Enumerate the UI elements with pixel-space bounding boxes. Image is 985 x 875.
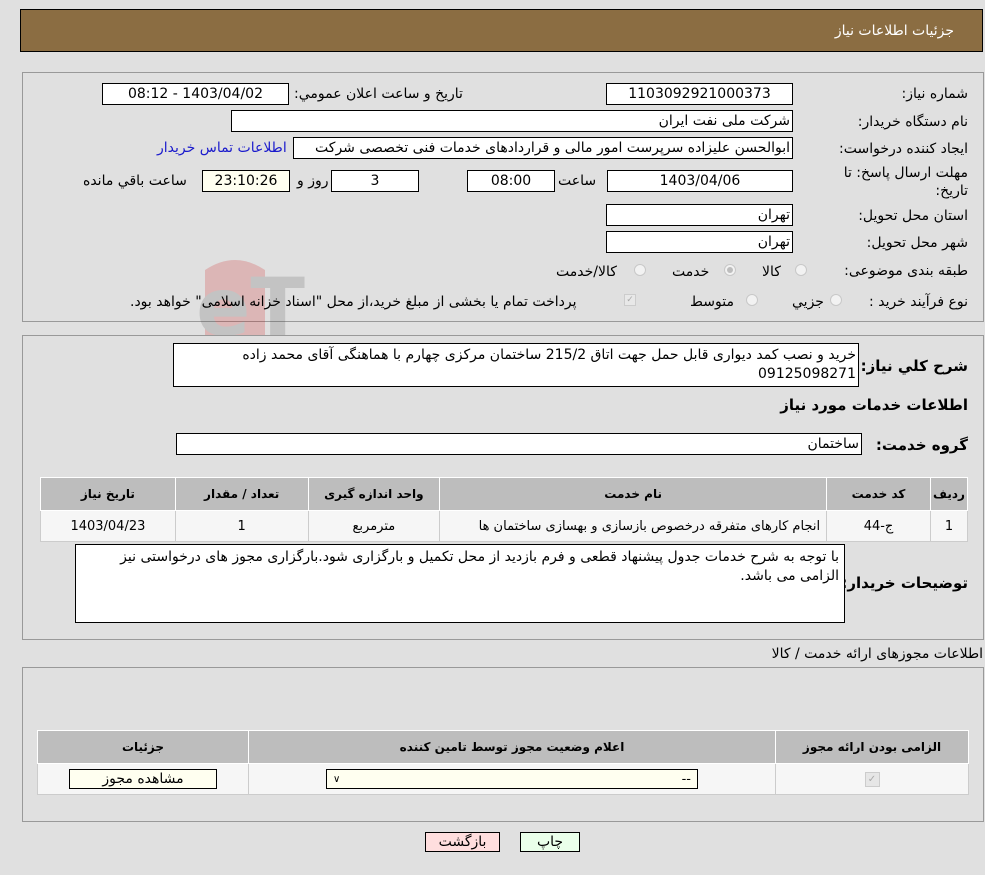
category-option-service: خدمت xyxy=(672,264,710,280)
process-radio-minor[interactable] xyxy=(830,294,842,306)
table-row: ✓ -- ∨ مشاهده مجوز xyxy=(37,763,969,795)
cell-permit-status: -- ∨ xyxy=(248,763,776,795)
process-radio-medium[interactable] xyxy=(746,294,758,306)
treasury-checkbox[interactable]: ✓ xyxy=(624,294,636,306)
col-name: نام خدمت xyxy=(439,477,828,511)
col-date: تاریخ نیاز xyxy=(40,477,176,511)
deadline-date-field: 1403/04/06 xyxy=(607,170,793,192)
description-textarea[interactable]: خرید و نصب کمد دیواری قابل حمل جهت اتاق … xyxy=(173,343,859,387)
permits-table-header: الزامی بودن ارائه مجوز اعلام وضعیت مجوز … xyxy=(37,730,969,764)
process-option-medium: متوسط xyxy=(690,294,734,310)
col-code: کد خدمت xyxy=(826,477,931,511)
permit-required-checkbox[interactable]: ✓ xyxy=(864,772,880,787)
col-permit-required: الزامی بودن ارائه مجوز xyxy=(775,730,969,764)
col-row: ردیف xyxy=(929,477,969,511)
announce-date-label: تاریخ و ساعت اعلان عمومي: xyxy=(294,86,463,102)
creator-field: ابوالحسن علیزاده سرپرست امور مالی و قرار… xyxy=(293,137,793,159)
col-permit-details: جزئیات xyxy=(37,730,249,764)
days-remaining-field: 3 xyxy=(331,170,419,192)
buyer-notes-textarea[interactable]: با توجه به شرح خدمات جدول پیشنهاد قطعی و… xyxy=(75,544,845,623)
chevron-down-icon: ∨ xyxy=(333,773,341,785)
buyer-contact-link[interactable]: اطلاعات تماس خریدار xyxy=(157,140,287,156)
cell-unit: مترمربع xyxy=(307,510,441,542)
cell-name: انجام کارهای متفرقه درخصوص بازسازی و بهس… xyxy=(439,510,828,542)
permits-section-title: اطلاعات مجوزهای ارائه خدمت / کالا xyxy=(771,646,983,662)
treasury-note: پرداخت تمام یا بخشی از مبلغ خرید،از محل … xyxy=(130,294,577,310)
buyer-org-label: نام دستگاه خریدار: xyxy=(857,114,968,130)
days-label: روز و xyxy=(297,173,329,189)
permit-status-value: -- xyxy=(681,771,691,787)
deadline-time-label: ساعت xyxy=(558,173,597,189)
category-radio-goods-service[interactable] xyxy=(634,264,646,276)
services-table: ردیف کد خدمت نام خدمت واحد اندازه گیری ت… xyxy=(40,477,969,542)
time-remaining-label: ساعت باقي مانده xyxy=(83,173,187,189)
table-row: 1 ج-44 انجام کارهای متفرقه درخصوص بازساز… xyxy=(40,510,969,542)
process-label: نوع فرآیند خرید : xyxy=(869,294,968,310)
back-button[interactable]: بازگشت xyxy=(425,832,500,852)
province-label: استان محل تحویل: xyxy=(858,208,968,224)
category-option-goods-service: کالا/خدمت xyxy=(556,264,617,280)
cell-code: ج-44 xyxy=(826,510,931,542)
services-table-header: ردیف کد خدمت نام خدمت واحد اندازه گیری ت… xyxy=(40,477,969,511)
cell-qty: 1 xyxy=(174,510,309,542)
category-option-goods: کالا xyxy=(762,264,781,280)
permit-status-select[interactable]: -- ∨ xyxy=(326,769,698,789)
col-qty: تعداد / مقدار xyxy=(174,477,309,511)
page-header: جزئیات اطلاعات نیاز xyxy=(20,9,983,52)
need-number-label: شماره نیاز: xyxy=(901,86,969,102)
services-section-title: اطلاعات خدمات مورد نیاز xyxy=(780,396,968,414)
service-group-label: گروه خدمت: xyxy=(875,436,968,454)
buyer-notes-label: توضیحات خریدار: xyxy=(841,574,968,592)
cell-permit-details: مشاهده مجوز xyxy=(37,763,249,795)
print-button[interactable]: چاپ xyxy=(520,832,580,852)
city-label: شهر محل تحویل: xyxy=(866,235,968,251)
cell-permit-required: ✓ xyxy=(775,763,969,795)
service-group-field: ساختمان xyxy=(176,433,862,455)
creator-label: ایجاد کننده درخواست: xyxy=(839,141,968,157)
city-field: تهران xyxy=(606,231,793,253)
time-remaining-field: 23:10:26 xyxy=(202,170,290,192)
cell-date: 1403/04/23 xyxy=(40,510,176,542)
view-permit-button[interactable]: مشاهده مجوز xyxy=(69,769,217,789)
buyer-org-field: شرکت ملی نفت ایران xyxy=(231,110,793,132)
deadline-time-field: 08:00 xyxy=(467,170,555,192)
province-field: تهران xyxy=(606,204,793,226)
category-label: طبقه بندی موضوعی: xyxy=(844,263,968,279)
description-label: شرح کلي نیاز: xyxy=(860,357,968,375)
category-radio-goods[interactable] xyxy=(795,264,807,276)
cell-row: 1 xyxy=(929,510,969,542)
need-number-field: 1103092921000373 xyxy=(606,83,793,105)
col-unit: واحد اندازه گیری xyxy=(307,477,441,511)
process-option-minor: جزيي xyxy=(792,294,824,310)
col-permit-status: اعلام وضعیت مجوز توسط تامین کننده xyxy=(248,730,776,764)
permits-table: الزامی بودن ارائه مجوز اعلام وضعیت مجوز … xyxy=(37,730,969,795)
category-radio-service[interactable] xyxy=(724,264,736,276)
deadline-label-date: تاریخ: xyxy=(935,183,968,199)
deadline-label: مهلت ارسال پاسخ: تا xyxy=(843,165,968,181)
page-title: جزئیات اطلاعات نیاز xyxy=(834,23,954,39)
announce-date-field: 1403/04/02 - 08:12 xyxy=(102,83,289,105)
